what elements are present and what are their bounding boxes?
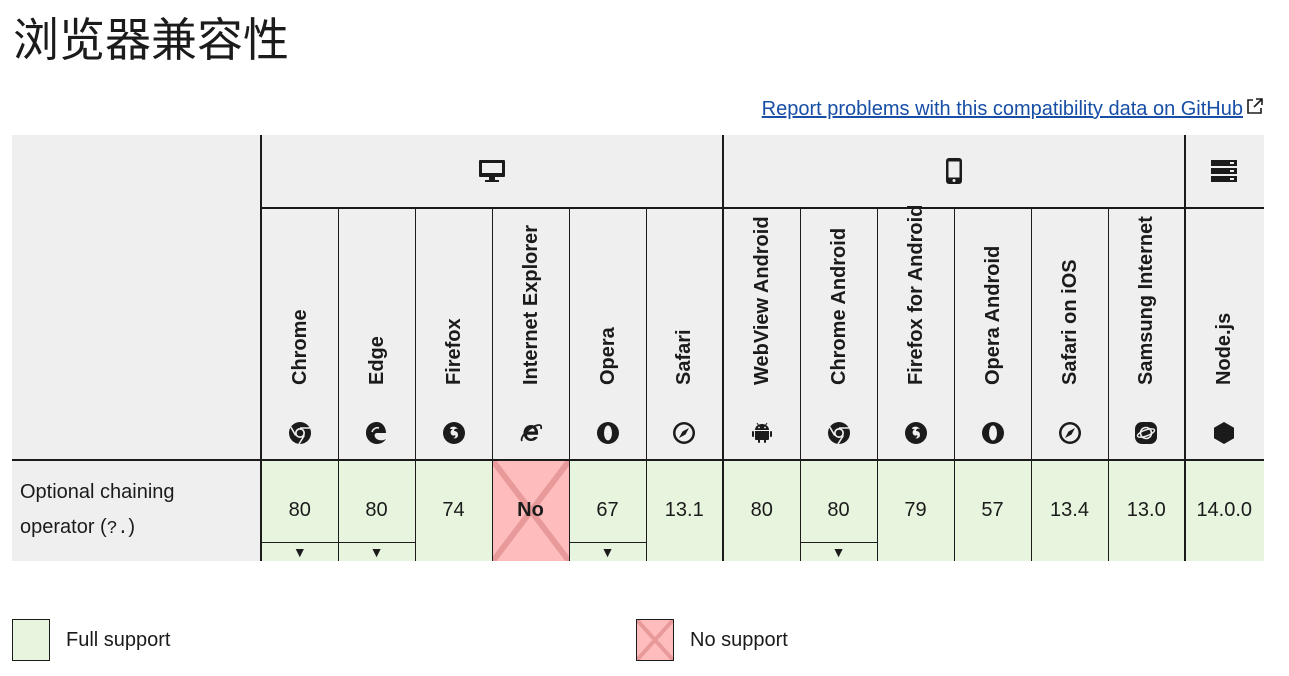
expand-toggle-icon[interactable]: ▼ bbox=[262, 542, 338, 561]
feature-name: Optional chaining operator (?.) bbox=[12, 459, 262, 561]
version-value: 80 bbox=[827, 499, 850, 521]
legend-full-support: Full support bbox=[12, 619, 171, 661]
browser-header: Chrome Android bbox=[800, 208, 878, 460]
version-value: 67 bbox=[596, 499, 619, 521]
mobile-icon bbox=[946, 158, 962, 184]
firefox-icon bbox=[442, 421, 466, 445]
android-icon bbox=[750, 421, 774, 445]
opera-icon bbox=[981, 421, 1005, 445]
support-cell-full: 13.1 bbox=[646, 459, 724, 561]
samsung-icon bbox=[1134, 421, 1158, 445]
support-cell-no: No bbox=[492, 459, 570, 561]
browser-header: WebView Android bbox=[723, 208, 801, 460]
version-value: 80 bbox=[750, 499, 773, 521]
server-icon bbox=[1211, 160, 1238, 182]
version-value: 57 bbox=[981, 499, 1004, 521]
support-cell-full: 57 bbox=[954, 459, 1032, 561]
browser-name: Safari on iOS bbox=[1058, 259, 1081, 385]
browser-header: Firefox for Android bbox=[877, 204, 955, 460]
support-cell-full: 80 bbox=[723, 459, 801, 561]
browser-header: Edge bbox=[338, 208, 416, 460]
feature-label-operator: operator ( bbox=[20, 516, 107, 538]
version-value: 79 bbox=[904, 499, 927, 521]
support-cell-full: 13.0 bbox=[1108, 459, 1186, 561]
browser-header: Samsung Internet bbox=[1108, 208, 1186, 460]
browser-name: Firefox for Android bbox=[904, 204, 927, 385]
browser-header: Opera Android bbox=[954, 208, 1032, 460]
browser-name: WebView Android bbox=[750, 216, 773, 385]
browser-header: Chrome bbox=[261, 208, 339, 460]
browser-header: Opera bbox=[569, 208, 647, 460]
browser-header: Safari on iOS bbox=[1031, 208, 1109, 460]
version-value: 80 bbox=[365, 499, 388, 521]
version-value: 74 bbox=[442, 499, 465, 521]
chrome-icon bbox=[288, 421, 312, 445]
safari-icon bbox=[1058, 421, 1082, 445]
browser-header: Internet Explorer bbox=[492, 208, 570, 460]
expand-toggle-icon[interactable]: ▼ bbox=[569, 542, 646, 561]
desktop-icon bbox=[479, 160, 505, 182]
safari-icon bbox=[672, 421, 696, 445]
legend-none-swatch bbox=[636, 619, 674, 661]
support-cell-full[interactable]: 67 ▼ bbox=[569, 459, 647, 561]
legend-full-label: Full support bbox=[66, 628, 171, 651]
platform-mobile bbox=[723, 135, 1186, 209]
legend-none-label: No support bbox=[690, 628, 788, 651]
browser-name: Opera Android bbox=[981, 245, 1004, 385]
browser-name: Safari bbox=[673, 329, 696, 385]
browser-name: Edge bbox=[365, 336, 388, 385]
page-title: 浏览器兼容性 bbox=[13, 13, 289, 67]
compatibility-table: Chrome Edge Firefox Internet Explorer Opera S… bbox=[12, 135, 1264, 561]
support-cell-full[interactable]: 80 ▼ bbox=[800, 459, 878, 561]
version-value: 14.0.0 bbox=[1196, 499, 1253, 521]
platform-server bbox=[1185, 135, 1264, 209]
browser-name: Opera bbox=[596, 327, 619, 385]
ie-icon bbox=[519, 421, 543, 445]
browser-name: Node.js bbox=[1213, 312, 1236, 385]
version-value: 80 bbox=[288, 499, 311, 521]
support-cell-full[interactable]: 80 ▼ bbox=[261, 459, 339, 561]
browser-name: Internet Explorer bbox=[519, 224, 542, 385]
version-value: 13.0 bbox=[1126, 499, 1166, 521]
support-cell-full: 14.0.0 bbox=[1185, 459, 1264, 561]
browser-header: Safari bbox=[646, 208, 724, 460]
browser-name: Samsung Internet bbox=[1135, 216, 1158, 385]
legend-full-swatch bbox=[12, 619, 50, 661]
feature-label-suffix: ) bbox=[128, 516, 135, 538]
feature-label: Optional chaining bbox=[20, 481, 175, 503]
browser-header: Node.js bbox=[1185, 208, 1264, 460]
expand-toggle-icon[interactable]: ▼ bbox=[338, 542, 415, 561]
version-value: 13.1 bbox=[664, 499, 704, 521]
version-value: No bbox=[517, 499, 544, 521]
report-problems-link[interactable]: Report problems with this compatibility … bbox=[762, 97, 1243, 121]
edge-icon bbox=[365, 421, 389, 445]
chrome-icon bbox=[827, 421, 851, 445]
external-link-icon bbox=[1247, 98, 1263, 114]
platform-desktop bbox=[261, 135, 724, 209]
browser-name: Chrome Android bbox=[827, 227, 850, 385]
version-value: 13.4 bbox=[1050, 499, 1089, 521]
feature-code: ?. bbox=[106, 519, 129, 539]
nodejs-icon bbox=[1212, 421, 1236, 445]
support-cell-full[interactable]: 80 ▼ bbox=[338, 459, 416, 561]
support-cell-full: 79 bbox=[877, 459, 955, 561]
browser-name: Firefox bbox=[442, 318, 465, 385]
legend-no-support: No support bbox=[636, 619, 788, 661]
opera-icon bbox=[596, 421, 620, 445]
browser-header: Firefox bbox=[415, 208, 493, 460]
support-cell-full: 74 bbox=[415, 459, 493, 561]
table-corner-lower bbox=[12, 208, 262, 460]
table-corner bbox=[12, 135, 262, 208]
expand-toggle-icon[interactable]: ▼ bbox=[800, 542, 877, 561]
firefox-icon bbox=[904, 421, 928, 445]
browser-name: Chrome bbox=[288, 309, 311, 385]
support-cell-full: 13.4 bbox=[1031, 459, 1109, 561]
